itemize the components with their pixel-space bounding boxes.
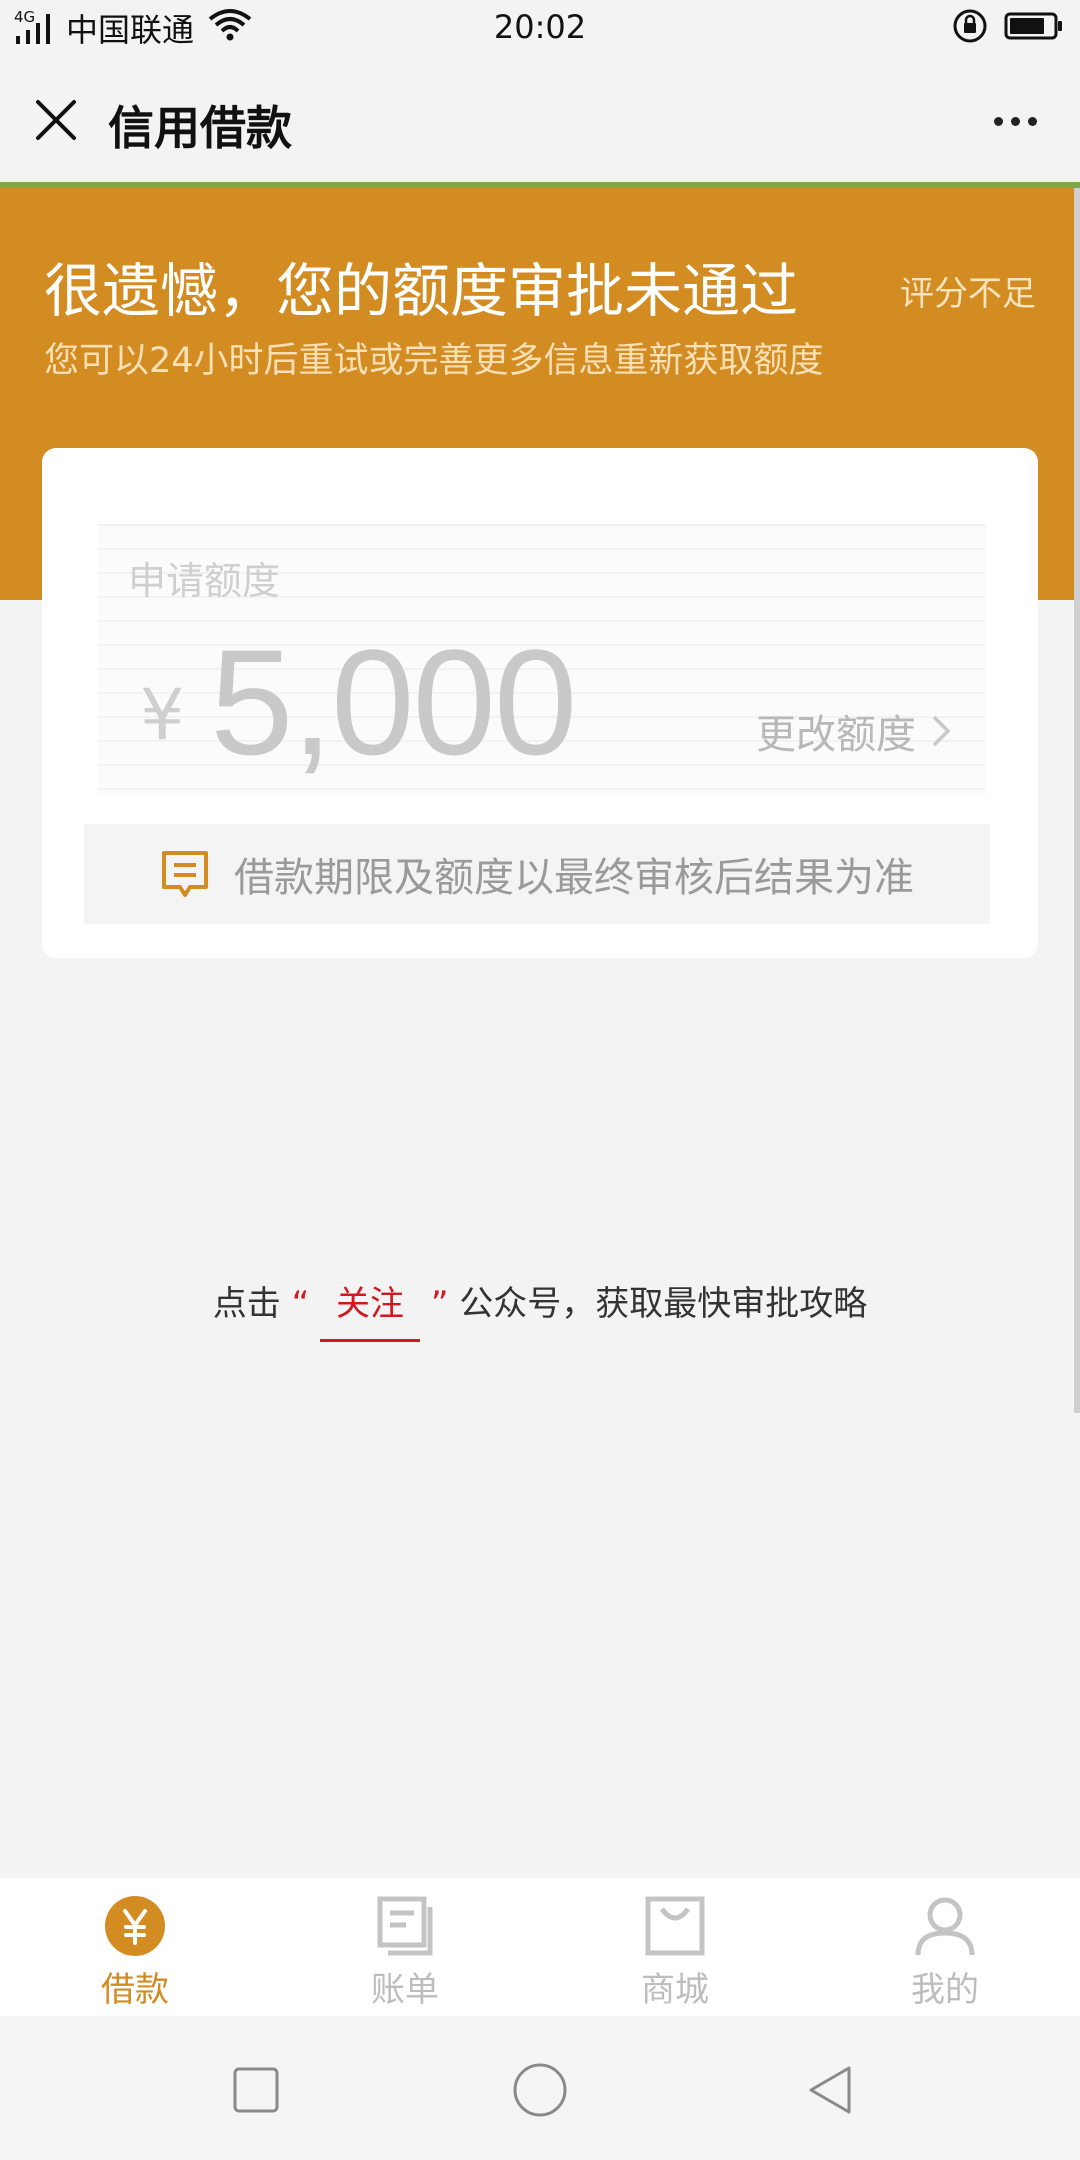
close-icon xyxy=(36,100,76,140)
change-amount-label: 更改额度 xyxy=(756,712,916,758)
close-button[interactable] xyxy=(26,90,86,150)
status-time: 20:02 xyxy=(493,8,587,46)
tab-loan[interactable]: 借款 xyxy=(0,1878,270,2016)
circle-icon xyxy=(513,2063,567,2117)
follow-hint: 点击 “ 关注 ” 公众号，获取最快审批攻略 xyxy=(0,1276,1080,1342)
more-options-button[interactable] xyxy=(980,96,1050,146)
tab-label: 账单 xyxy=(371,1970,439,2010)
tab-label: 借款 xyxy=(101,1970,169,2010)
home-button[interactable] xyxy=(510,2060,570,2120)
recents-button[interactable] xyxy=(226,2060,286,2120)
banner-subtitle: 您可以24小时后重试或完善更多信息重新获取额度 xyxy=(44,341,824,381)
follow-link[interactable]: 关注 xyxy=(320,1276,420,1342)
back-button[interactable] xyxy=(800,2060,860,2120)
more-dot xyxy=(1010,116,1020,126)
bottom-tab-bar: 借款 账单 商城 我的 xyxy=(0,1878,1080,2016)
follow-prefix: 点击 xyxy=(212,1284,281,1324)
amount-label: 申请额度 xyxy=(128,559,281,603)
app-header: 信用借款 xyxy=(0,56,1080,184)
tab-label: 商城 xyxy=(641,1970,709,2010)
bill-icon xyxy=(373,1894,437,1958)
more-dots-icon xyxy=(993,116,1003,126)
notice-box: 借款期限及额度以最终审核后结果为准 xyxy=(84,824,990,924)
system-nav-bar xyxy=(0,2016,1080,2160)
rotation-lock-icon xyxy=(952,8,988,48)
message-icon xyxy=(162,851,208,897)
status-bar: 4G 中国联通 20:02 xyxy=(0,0,1080,56)
user-icon xyxy=(913,1894,977,1958)
change-amount-button[interactable]: 更改额度 xyxy=(756,702,952,760)
shop-bag-icon xyxy=(643,1894,707,1958)
chevron-right-icon xyxy=(932,715,951,747)
more-dot xyxy=(1027,116,1037,126)
square-icon xyxy=(233,2067,279,2113)
scrollbar[interactable] xyxy=(1074,188,1080,1413)
open-quote: “ xyxy=(291,1284,310,1324)
notice-text: 借款期限及额度以最终审核后结果为准 xyxy=(234,855,914,901)
banner-tag: 评分不足 xyxy=(900,274,1036,314)
amount-area: 申请额度 ¥ 5,000 更改额度 xyxy=(98,524,986,796)
close-quote: ” xyxy=(430,1284,449,1324)
status-right xyxy=(952,8,1064,48)
tab-bill[interactable]: 账单 xyxy=(270,1878,540,2016)
tab-mine[interactable]: 我的 xyxy=(810,1878,1080,2016)
amount-value: 5,000 xyxy=(210,618,577,786)
follow-suffix: 公众号，获取最快审批攻略 xyxy=(459,1284,868,1324)
amount-card: 申请额度 ¥ 5,000 更改额度 借款期限及额度以最终审核后结果为准 xyxy=(42,448,1038,958)
tab-shop[interactable]: 商城 xyxy=(540,1878,810,2016)
page-title: 信用借款 xyxy=(108,101,292,155)
currency-symbol: ¥ xyxy=(140,674,185,756)
battery-icon xyxy=(1004,11,1064,45)
back-triangle-icon xyxy=(809,2066,851,2114)
tab-label: 我的 xyxy=(911,1970,979,2010)
banner-title: 很遗憾，您的额度审批未通过 xyxy=(44,257,799,325)
yen-circle-icon xyxy=(103,1894,167,1958)
